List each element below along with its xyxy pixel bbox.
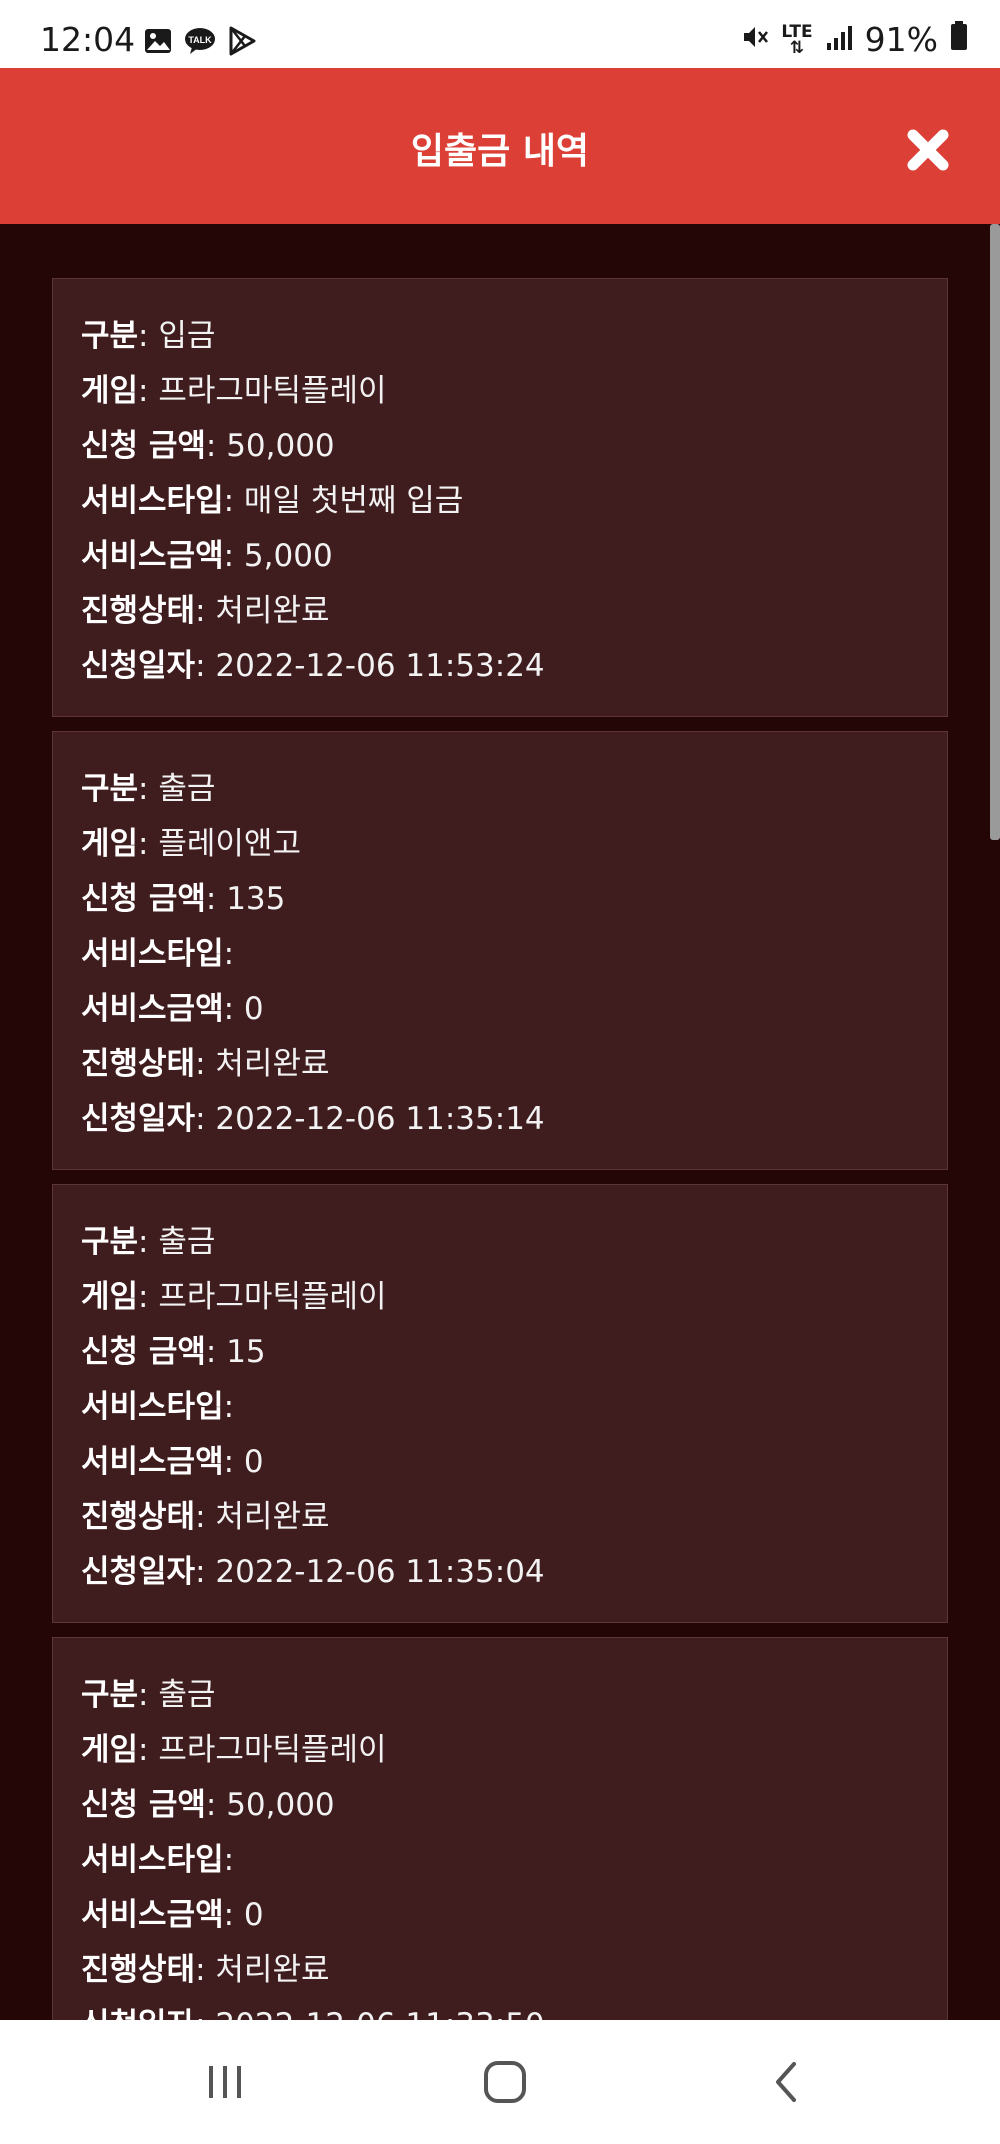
type-label: 구분 (81, 1677, 139, 1713)
amount-label: 신청 금액 (81, 428, 206, 464)
status-value: 처리완료 (215, 1952, 330, 1988)
home-button[interactable] (455, 2050, 555, 2114)
status-value: 처리완료 (215, 1046, 330, 1082)
play-store-icon (228, 26, 256, 60)
close-button[interactable] (896, 118, 960, 182)
navigation-bar (0, 2020, 1000, 2144)
system-icons: LTE ⇅ 91% (741, 20, 968, 59)
game-value: 플레이앤고 (158, 826, 301, 862)
app-header: 입출금 내역 (0, 68, 1000, 224)
amount-label: 신청 금액 (81, 1334, 206, 1370)
game-label: 게임 (81, 373, 139, 409)
service-type-label: 서비스타입 (81, 936, 224, 972)
scrollbar[interactable] (990, 224, 1000, 840)
service-amount-value: 0 (243, 1897, 264, 1933)
date-label: 신청일자 (81, 1554, 196, 1590)
close-icon (907, 129, 949, 171)
amount-value: 15 (226, 1334, 266, 1370)
amount-value: 50,000 (226, 1787, 335, 1823)
date-value: 2022-12-06 11:33:50 (215, 2007, 544, 2020)
type-label: 구분 (81, 771, 139, 807)
amount-label: 신청 금액 (81, 1787, 206, 1823)
talk-icon: TALK (184, 27, 216, 59)
gallery-icon (144, 28, 172, 58)
service-amount-value: 0 (243, 1444, 264, 1480)
date-value: 2022-12-06 11:35:04 (215, 1554, 545, 1590)
status-label: 진행상태 (81, 1499, 196, 1535)
service-amount-label: 서비스금액 (81, 991, 224, 1027)
game-value: 프라그마틱플레이 (158, 1732, 387, 1768)
notification-icons: TALK (144, 26, 256, 60)
svg-text:TALK: TALK (188, 35, 212, 45)
game-label: 게임 (81, 1279, 139, 1315)
status-label: 진행상태 (81, 1952, 196, 1988)
transaction-card: 구분: 출금 게임: 프라그마틱플레이 신청 금액: 15 서비스타입: 서비스… (52, 1184, 948, 1623)
mute-icon (741, 20, 769, 59)
service-type-value: 매일 첫번째 입금 (243, 483, 464, 519)
network-type: LTE ⇅ (781, 21, 813, 58)
status-bar: 12:04 TALK LTE ⇅ 91% (0, 0, 1000, 68)
service-amount-value: 5,000 (243, 538, 333, 574)
signal-icon (825, 20, 853, 59)
transaction-card: 구분: 출금 게임: 플레이앤고 신청 금액: 135 서비스타입: 서비스금액… (52, 731, 948, 1170)
recent-apps-button[interactable] (175, 2050, 275, 2114)
service-amount-value: 0 (243, 991, 264, 1027)
recent-apps-icon (209, 2066, 241, 2098)
type-value: 입금 (158, 318, 216, 354)
type-value: 출금 (158, 1677, 216, 1713)
status-label: 진행상태 (81, 1046, 196, 1082)
page-title: 입출금 내역 (410, 131, 590, 172)
service-type-label: 서비스타입 (81, 483, 224, 519)
status-time: 12:04 (40, 20, 136, 59)
home-icon (484, 2061, 526, 2103)
battery-percent: 91% (864, 20, 938, 59)
amount-label: 신청 금액 (81, 881, 206, 917)
game-value: 프라그마틱플레이 (158, 373, 387, 409)
transaction-card: 구분: 출금 게임: 프라그마틱플레이 신청 금액: 50,000 서비스타입:… (52, 1637, 948, 2020)
date-label: 신청일자 (81, 648, 196, 684)
game-label: 게임 (81, 1732, 139, 1768)
service-amount-label: 서비스금액 (81, 538, 224, 574)
service-type-label: 서비스타입 (81, 1389, 224, 1425)
transaction-list[interactable]: 구분: 입금 게임: 프라그마틱플레이 신청 금액: 50,000 서비스타입:… (0, 224, 1000, 2020)
type-label: 구분 (81, 318, 139, 354)
date-value: 2022-12-06 11:35:14 (215, 1101, 545, 1137)
date-value: 2022-12-06 11:53:24 (215, 648, 545, 684)
back-icon (776, 2062, 796, 2102)
amount-value: 135 (226, 881, 286, 917)
service-type-label: 서비스타입 (81, 1842, 224, 1878)
game-label: 게임 (81, 826, 139, 862)
transaction-card: 구분: 입금 게임: 프라그마틱플레이 신청 금액: 50,000 서비스타입:… (52, 278, 948, 717)
battery-icon (950, 20, 968, 59)
game-value: 프라그마틱플레이 (158, 1279, 387, 1315)
date-label: 신청일자 (81, 1101, 196, 1137)
amount-value: 50,000 (226, 428, 335, 464)
type-value: 출금 (158, 771, 216, 807)
date-label: 신청일자 (81, 2007, 195, 2020)
type-label: 구분 (81, 1224, 139, 1260)
status-value: 처리완료 (215, 1499, 330, 1535)
type-value: 출금 (158, 1224, 216, 1260)
status-value: 처리완료 (215, 593, 330, 629)
status-label: 진행상태 (81, 593, 196, 629)
service-amount-label: 서비스금액 (81, 1897, 224, 1933)
back-button[interactable] (735, 2050, 835, 2114)
service-amount-label: 서비스금액 (81, 1444, 224, 1480)
